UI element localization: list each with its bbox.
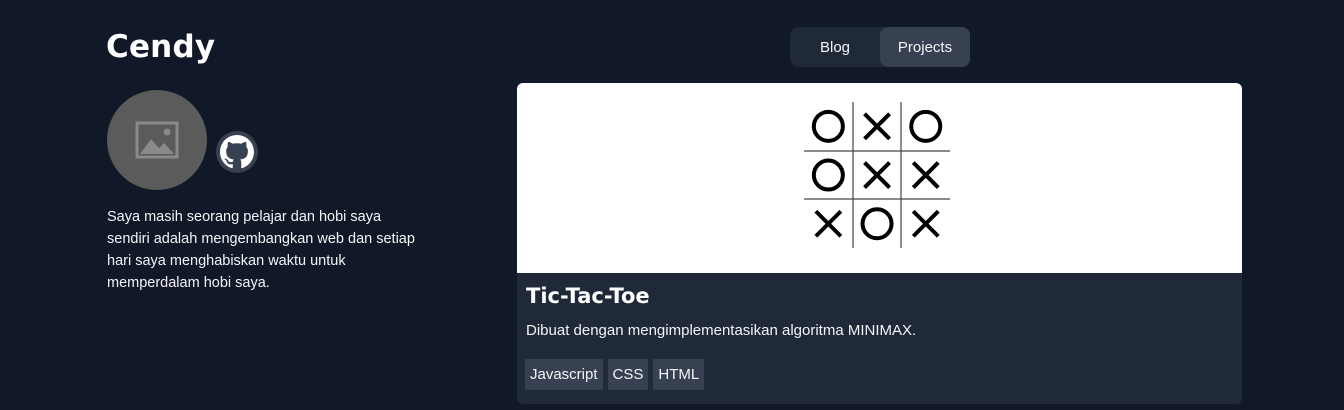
- o-mark: [811, 109, 845, 143]
- o-mark: [811, 158, 845, 192]
- avatar: [107, 90, 207, 190]
- x-mark: [911, 209, 940, 238]
- project-title: Tic-Tac-Toe: [526, 284, 650, 308]
- x-mark: [863, 161, 891, 189]
- x-mark: [814, 209, 843, 238]
- project-card[interactable]: Tic-Tac-Toe Dibuat dengan mengimplementa…: [517, 83, 1242, 404]
- x-mark: [911, 161, 940, 189]
- tag-html: HTML: [653, 359, 705, 390]
- tab-blog[interactable]: Blog: [790, 27, 880, 67]
- tab-projects[interactable]: Projects: [880, 27, 970, 67]
- o-mark: [909, 109, 943, 143]
- project-description: Dibuat dengan mengimplementasikan algori…: [526, 322, 917, 339]
- bio-text: Saya masih seorang pelajar dan hobi saya…: [107, 209, 415, 291]
- nav-tabs: Blog Projects: [790, 27, 970, 67]
- tag-javascript: Javascript: [525, 359, 603, 390]
- project-thumbnail: [517, 83, 1242, 273]
- x-mark: [863, 112, 891, 141]
- tic-tac-toe-board: [804, 102, 950, 248]
- page: Cendy Saya masih seorang pelajar dan hob…: [0, 0, 1344, 410]
- github-link[interactable]: [216, 131, 258, 173]
- tag-css: CSS: [607, 359, 649, 390]
- tag-list: Javascript CSS HTML: [525, 359, 705, 390]
- site-brand[interactable]: Cendy: [106, 28, 215, 66]
- o-mark: [860, 207, 894, 241]
- github-icon: [220, 135, 254, 169]
- image-placeholder-icon: [135, 121, 179, 159]
